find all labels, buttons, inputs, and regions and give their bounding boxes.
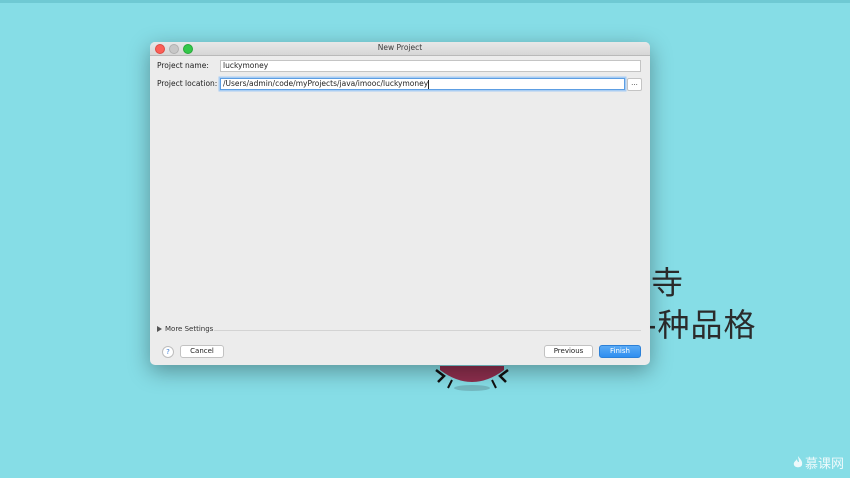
background-text-line1: 寺 — [651, 264, 684, 302]
project-name-label: Project name: — [157, 61, 209, 70]
more-settings-toggle[interactable]: More Settings — [157, 325, 213, 333]
project-name-field[interactable]: luckymoney — [220, 60, 641, 72]
more-settings-label: More Settings — [165, 325, 214, 333]
watermark-text: 慕课网 — [804, 457, 844, 472]
browse-button[interactable]: ... — [627, 78, 642, 91]
project-name-row: Project name: — [157, 61, 209, 70]
new-project-dialog: New Project Project name: luckymoney Pro… — [150, 42, 650, 365]
project-location-label: Project location: — [157, 79, 218, 88]
mascot-image — [435, 366, 509, 391]
finish-button[interactable]: Finish — [599, 345, 641, 358]
text-cursor — [428, 79, 430, 89]
more-settings-divider — [214, 330, 641, 331]
disclosure-triangle-icon — [157, 326, 162, 332]
dialog-title: New Project — [377, 43, 423, 52]
project-location-value: /Users/admin/code/myProjects/java/imooc/… — [223, 79, 429, 88]
background-text-line2: -种品格 — [645, 306, 757, 344]
previous-button[interactable]: Previous — [544, 345, 593, 358]
watermark: 慕课网 — [793, 453, 844, 472]
flame-icon — [793, 456, 803, 468]
project-name-value: luckymoney — [223, 61, 269, 70]
top-strip — [0, 0, 850, 3]
project-location-field[interactable]: /Users/admin/code/myProjects/java/imooc/… — [220, 78, 625, 90]
project-location-row: Project location: — [157, 79, 217, 88]
title-bar[interactable]: New Project — [150, 42, 650, 56]
help-button[interactable]: ? — [162, 346, 174, 358]
cancel-button[interactable]: Cancel — [180, 345, 224, 358]
